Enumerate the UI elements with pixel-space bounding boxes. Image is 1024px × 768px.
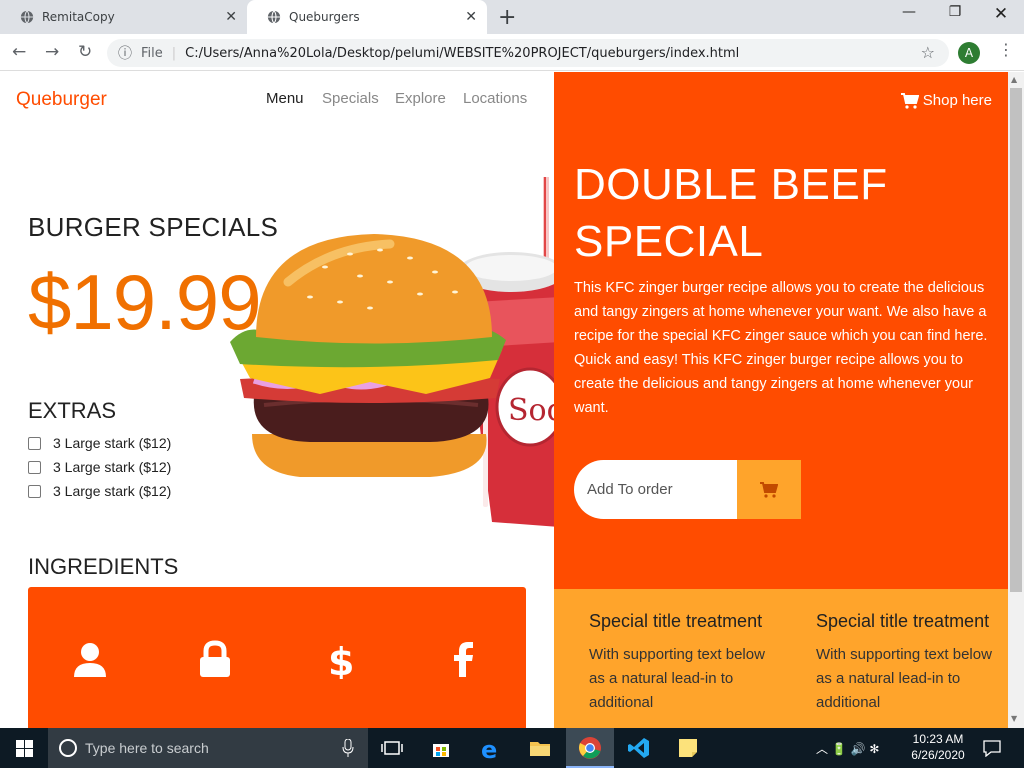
globe-icon [267, 10, 281, 24]
shop-label: Shop here [922, 92, 992, 109]
tab-title: Queburgers [289, 10, 360, 24]
notification-icon[interactable] [983, 739, 1001, 757]
extra-label: 3 Large stark ($12) [53, 435, 172, 451]
extra-option[interactable]: 3 Large stark ($12) [28, 435, 171, 451]
svg-text:e: e [481, 736, 497, 760]
address-toolbar: ← → ↻ ⓘ File | C:/Users/Anna%20Lola/Desk… [0, 34, 1024, 71]
chrome-taskbar-button[interactable] [566, 728, 614, 768]
windows-taskbar: Type here to search e ︿ 🔋 🔊 ✻ 10:23 AM 6… [0, 728, 1024, 768]
clock-time: 10:23 AM [912, 732, 964, 746]
extra-checkbox[interactable] [28, 484, 41, 498]
extras-heading: EXTRAS [28, 398, 117, 423]
microphone-icon[interactable] [342, 739, 354, 757]
extra-option[interactable]: 3 Large stark ($12) [28, 459, 171, 475]
taskbar-clock[interactable]: 10:23 AM 6/26/2020 [906, 731, 970, 763]
profile-avatar[interactable]: A [958, 42, 980, 64]
forward-icon[interactable]: → [45, 42, 59, 62]
start-button[interactable] [0, 728, 48, 768]
restore-icon[interactable]: ❐ [932, 4, 978, 20]
shop-here-link[interactable]: Shop here [900, 92, 992, 109]
scheme-label: File [141, 45, 163, 61]
task-view-icon[interactable] [380, 736, 404, 760]
hero-panel: Shop here DOUBLE BEEF SPECIAL This KFC z… [554, 72, 1008, 589]
new-tab-button[interactable]: + [498, 5, 516, 30]
card-text: With supporting text below as a natural … [816, 646, 992, 711]
globe-icon [20, 10, 34, 24]
cart-icon [760, 481, 778, 498]
soda-label-text: Sod [508, 393, 556, 428]
extra-checkbox[interactable] [28, 460, 41, 474]
svg-text:$: $ [328, 640, 354, 679]
ingredients-panel: $ [28, 587, 526, 728]
close-window-icon[interactable]: ✕ [978, 4, 1024, 24]
add-to-order-button[interactable] [737, 460, 801, 519]
system-tray[interactable]: ︿ 🔋 🔊 ✻ [816, 740, 879, 757]
taskbar-search[interactable]: Type here to search [48, 728, 368, 768]
nav-link-specials[interactable]: Specials [322, 90, 379, 107]
extra-label: 3 Large stark ($12) [53, 459, 172, 475]
tab-title: RemitaCopy [42, 10, 115, 24]
close-tab-icon[interactable]: ✕ [225, 10, 237, 24]
bookmark-star-icon[interactable]: ☆ [921, 43, 935, 62]
scroll-thumb[interactable] [1010, 88, 1022, 592]
tab-queburgers[interactable]: Queburgers ✕ [247, 0, 487, 34]
divider: | [171, 45, 177, 61]
card-title: Special title treatment [589, 611, 763, 631]
scroll-down-icon[interactable]: ▼ [1011, 714, 1017, 723]
page-viewport: Queburger Menu Specials Explore Location… [0, 72, 1008, 728]
browser-tab-strip: RemitaCopy ✕ Queburgers ✕ + — ❐ ✕ [0, 0, 1024, 34]
store-icon[interactable] [429, 736, 453, 760]
address-bar[interactable]: ⓘ File | C:/Users/Anna%20Lola/Desktop/pe… [107, 39, 949, 67]
user-icon[interactable] [70, 639, 110, 679]
reload-icon[interactable]: ↻ [78, 42, 92, 62]
nav-link-menu[interactable]: Menu [266, 90, 304, 107]
menu-kebab-icon[interactable]: ⋮ [998, 40, 1014, 59]
extra-checkbox[interactable] [28, 436, 41, 450]
special-card: Special title treatment With supporting … [816, 609, 1006, 715]
vscode-icon[interactable] [627, 736, 651, 760]
facebook-icon[interactable] [444, 639, 484, 679]
scroll-up-icon[interactable]: ▲ [1011, 75, 1017, 84]
file-explorer-icon[interactable] [528, 736, 552, 760]
search-placeholder: Type here to search [85, 740, 209, 756]
sticky-notes-icon[interactable] [676, 736, 700, 760]
chrome-icon [579, 737, 601, 759]
tab-remitacopy[interactable]: RemitaCopy ✕ [0, 0, 247, 34]
specials-cards: Special title treatment With supporting … [554, 589, 1008, 728]
windows-logo-icon [15, 739, 33, 757]
ingredients-heading: INGREDIENTS [28, 554, 179, 579]
cortana-icon [59, 739, 77, 757]
order-input[interactable]: Add To order [574, 460, 737, 519]
edge-icon[interactable]: e [479, 736, 503, 760]
minimize-icon[interactable]: — [886, 4, 932, 20]
card-title: Special title treatment [816, 611, 990, 631]
close-tab-icon[interactable]: ✕ [465, 10, 477, 24]
card-text: With supporting text below as a natural … [589, 646, 765, 711]
nav-link-explore[interactable]: Explore [395, 90, 446, 107]
dollar-icon[interactable]: $ [320, 639, 360, 679]
special-card: Special title treatment With supporting … [589, 609, 779, 715]
url-text[interactable]: C:/Users/Anna%20Lola/Desktop/pelumi/WEBS… [185, 46, 739, 61]
specials-heading: BURGER SPECIALS [28, 212, 279, 242]
clock-date: 6/26/2020 [911, 748, 965, 762]
extra-label: 3 Large stark ($12) [53, 483, 172, 499]
hero-title: DOUBLE BEEF SPECIAL [574, 160, 888, 266]
back-icon[interactable]: ← [12, 42, 26, 62]
info-icon[interactable]: ⓘ [118, 43, 132, 63]
nav-link-locations[interactable]: Locations [463, 90, 527, 107]
top-bun [256, 234, 492, 344]
price-display: $19.99 [28, 258, 262, 346]
extra-option[interactable]: 3 Large stark ($12) [28, 483, 171, 499]
burger-illustration: Sod [230, 177, 556, 527]
page-scrollbar[interactable]: ▲ ▼ [1008, 72, 1024, 728]
brand-logo[interactable]: Queburger [16, 89, 107, 111]
cart-icon [900, 92, 919, 109]
hero-description: This KFC zinger burger recipe allows you… [574, 280, 988, 416]
lock-icon[interactable] [195, 639, 235, 679]
